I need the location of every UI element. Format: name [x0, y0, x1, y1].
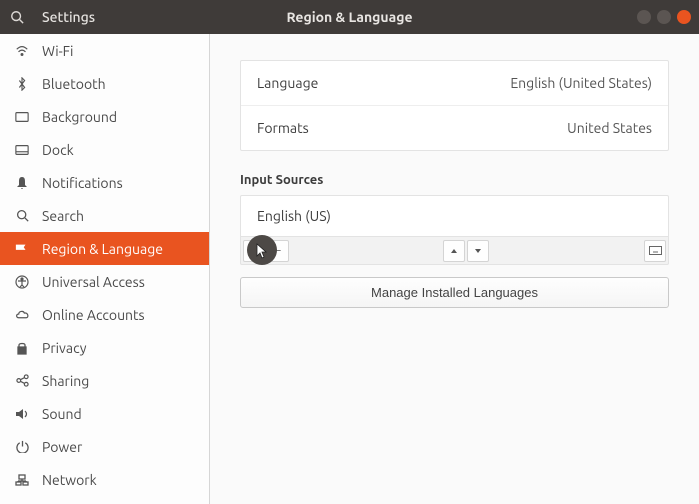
sidebar-item-background[interactable]: Background: [0, 100, 209, 133]
sidebar-item-label: Network: [42, 472, 97, 488]
sidebar-item-notifications[interactable]: Notifications: [0, 166, 209, 199]
wifi-icon: [14, 43, 30, 59]
sidebar-item-label: Online Accounts: [42, 307, 145, 323]
sidebar-item-label: Background: [42, 109, 117, 125]
sidebar-item-label: Bluetooth: [42, 76, 106, 92]
language-value: English (United States): [510, 75, 652, 91]
minimize-button[interactable]: [637, 10, 651, 24]
lock-icon: [14, 340, 30, 356]
content-pane: Language English (United States) Formats…: [210, 34, 699, 504]
input-sources-list: English (US): [240, 195, 669, 237]
search-icon[interactable]: [0, 0, 34, 34]
sidebar-item-universal-access[interactable]: Universal Access: [0, 265, 209, 298]
dock-icon: [14, 142, 30, 158]
flag-icon: [14, 241, 30, 257]
move-up-button[interactable]: [443, 240, 465, 262]
move-down-button[interactable]: [467, 240, 489, 262]
sidebar-item-wifi[interactable]: Wi-Fi: [0, 34, 209, 67]
formats-label: Formats: [257, 120, 309, 136]
manage-languages-button[interactable]: Manage Installed Languages: [240, 277, 669, 308]
region-card: Language English (United States) Formats…: [240, 60, 669, 151]
network-icon: [14, 472, 30, 488]
input-sources-heading: Input Sources: [240, 173, 669, 187]
sidebar-item-bluetooth[interactable]: Bluetooth: [0, 67, 209, 100]
sidebar-item-privacy[interactable]: Privacy: [0, 331, 209, 364]
language-row[interactable]: Language English (United States): [241, 61, 668, 106]
bluetooth-icon: [14, 76, 30, 92]
sidebar-item-network[interactable]: Network: [0, 463, 209, 496]
sidebar-item-label: Notifications: [42, 175, 123, 191]
page-title: Region & Language: [286, 9, 412, 25]
close-button[interactable]: [677, 10, 691, 24]
sidebar-item-label: Dock: [42, 142, 74, 158]
sidebar-item-label: Search: [42, 208, 84, 224]
sidebar-item-region-language[interactable]: Region & Language: [0, 232, 209, 265]
sound-icon: [14, 406, 30, 422]
power-icon: [14, 439, 30, 455]
share-icon: [14, 373, 30, 389]
sidebar-item-label: Wi-Fi: [42, 43, 73, 59]
sidebar: Wi-Fi Bluetooth Background Dock Notifica…: [0, 34, 210, 504]
input-source-row[interactable]: English (US): [241, 196, 668, 236]
universal-icon: [14, 274, 30, 290]
sidebar-item-dock[interactable]: Dock: [0, 133, 209, 166]
sidebar-item-sound[interactable]: Sound: [0, 397, 209, 430]
language-label: Language: [257, 75, 318, 91]
sidebar-item-label: Region & Language: [42, 241, 163, 257]
app-name: Settings: [42, 9, 95, 25]
sidebar-item-search[interactable]: Search: [0, 199, 209, 232]
cursor-icon: [256, 243, 268, 259]
sidebar-item-sharing[interactable]: Sharing: [0, 364, 209, 397]
sidebar-item-label: Power: [42, 439, 82, 455]
sidebar-item-label: Privacy: [42, 340, 86, 356]
background-icon: [14, 109, 30, 125]
sidebar-item-online-accounts[interactable]: Online Accounts: [0, 298, 209, 331]
input-sources-toolbar: + −: [240, 237, 669, 265]
input-source-label: English (US): [257, 208, 331, 224]
maximize-button[interactable]: [657, 10, 671, 24]
search-icon: [14, 208, 30, 224]
bell-icon: [14, 175, 30, 191]
sidebar-item-power[interactable]: Power: [0, 430, 209, 463]
cloud-icon: [14, 307, 30, 323]
sidebar-item-label: Sharing: [42, 373, 89, 389]
sidebar-item-label: Sound: [42, 406, 82, 422]
formats-value: United States: [567, 120, 652, 136]
window-controls: [637, 10, 691, 24]
titlebar: Settings Region & Language: [0, 0, 699, 34]
keyboard-layout-button[interactable]: [644, 240, 666, 262]
sidebar-item-label: Universal Access: [42, 274, 145, 290]
formats-row[interactable]: Formats United States: [241, 106, 668, 150]
